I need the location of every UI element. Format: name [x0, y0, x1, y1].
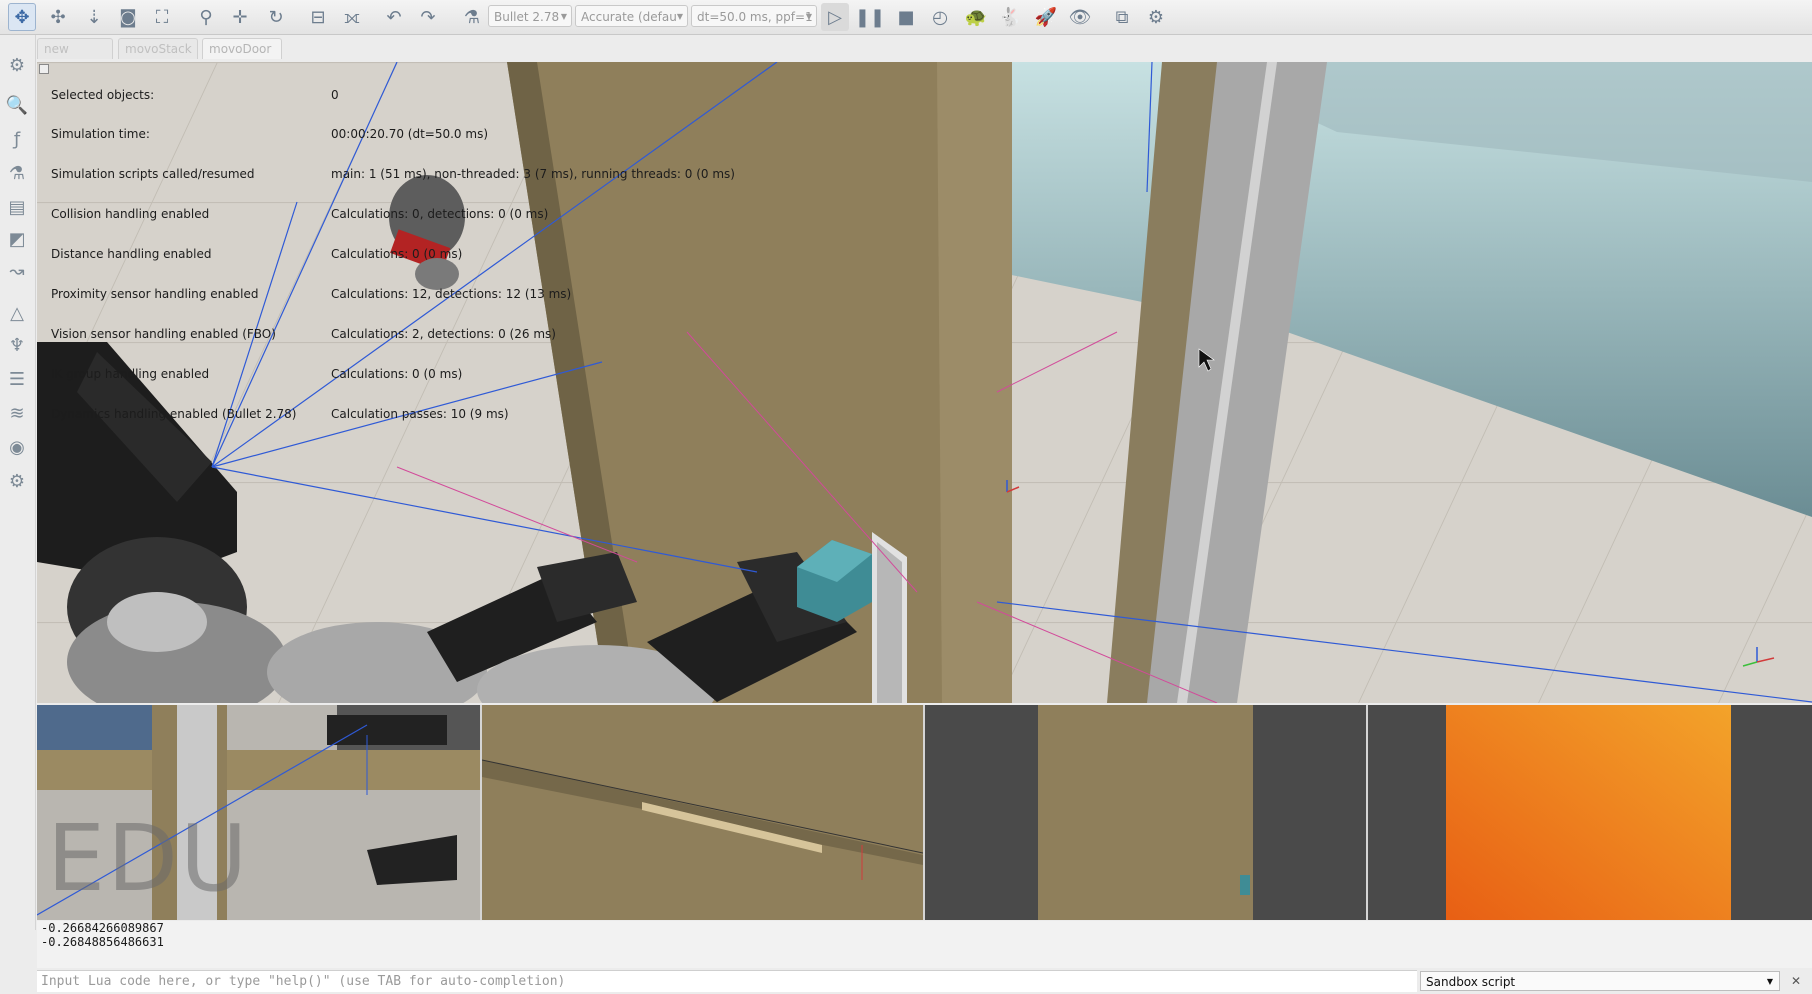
script-context-select[interactable]: Sandbox script ▼ — [1420, 971, 1780, 991]
info-row: Selected objects: 0 — [51, 87, 339, 102]
simulation-info-overlay: Selected objects: 0 Simulation time: 00:00… — [51, 62, 735, 448]
floating-view-3[interactable] — [925, 705, 1368, 920]
undo-icon[interactable]: ↶ — [380, 3, 408, 31]
camera-shift-icon[interactable]: ⇣ — [80, 3, 108, 31]
status-console: -0.26684266089867 -0.26848856486631 — [37, 921, 1812, 968]
info-row: Simulation scripts called/resumed main: 1… — [51, 167, 735, 182]
floating-view-2[interactable] — [482, 705, 925, 920]
info-row: Dynamics handling enabled (Bullet 2.78) C… — [51, 406, 509, 421]
console-line: -0.26848856486631 — [41, 935, 164, 949]
floating-views: EDU — [37, 705, 1812, 920]
overlay-toggle[interactable] — [39, 64, 49, 74]
scene-selector-icon[interactable]: ⚙ — [1142, 3, 1170, 31]
floating-view-2-render — [482, 705, 923, 920]
redo-icon[interactable]: ↷ — [414, 3, 442, 31]
click-select-icon[interactable]: ⚲ — [192, 3, 220, 31]
floating-view-1[interactable]: EDU — [37, 705, 482, 920]
play-icon[interactable]: ▷ — [821, 3, 849, 31]
realtime-icon[interactable]: ◴ — [926, 3, 954, 31]
shape-edit-icon[interactable]: ◩ — [3, 225, 31, 253]
camera-rotate-icon[interactable]: ✣ — [44, 3, 72, 31]
model-browser-icon[interactable]: ◉ — [3, 433, 31, 461]
info-row: IK group handling enabled Calculations: 0… — [51, 366, 463, 381]
layers-icon[interactable]: ≋ — [3, 399, 31, 427]
accuracy-select[interactable]: Accurate (defau ▼ — [575, 5, 688, 27]
floating-view-4[interactable] — [1368, 705, 1812, 920]
dynamics-toggle-icon[interactable]: ⚗ — [458, 3, 486, 31]
kinematics-icon[interactable]: ♆ — [3, 331, 31, 359]
scene-viewport[interactable]: Selected objects: 0 Simulation time: 00:00… — [37, 62, 1812, 703]
lua-command-input[interactable]: Input Lua code here, or type "help()" (u… — [37, 970, 1417, 992]
pause-icon[interactable]: ❚❚ — [855, 3, 885, 31]
console-line: -0.26684266089867 — [41, 921, 164, 935]
edu-watermark: EDU — [47, 805, 250, 912]
path-edit-icon[interactable]: ↝ — [3, 257, 31, 285]
scripts-icon[interactable]: ▤ — [3, 193, 31, 221]
threaded-rendering-icon[interactable]: 🚀 — [1032, 3, 1060, 31]
console-gutter — [0, 930, 37, 994]
floating-view-3-render — [925, 705, 1366, 920]
timestep-select[interactable]: dt=50.0 ms, ppf=1 ▼ — [691, 5, 817, 27]
user-settings-icon[interactable]: ⚙ — [3, 467, 31, 495]
faster-icon[interactable]: 🐇 — [996, 3, 1024, 31]
fit-to-view-icon[interactable]: ⛶ — [148, 3, 176, 31]
main-toolbar: ✥ ✣ ⇣ ◙ ⛶ ⚲ ✛ ↻ ⊟ ⟗ ↶ ↷ ⚗ Bullet 2.78 ▼ A… — [0, 0, 1812, 35]
info-row: Simulation time: 00:00:20.70 (dt=50.0 ms) — [51, 127, 489, 142]
visualization-toggle-icon[interactable]: 👁 — [1066, 3, 1094, 31]
info-row: Collision handling enabled Calculations: … — [51, 207, 549, 222]
camera-angle-icon[interactable]: ◙ — [114, 3, 142, 31]
function-icon[interactable]: ƒ — [3, 125, 31, 153]
hierarchy-icon[interactable]: ☰ — [3, 365, 31, 393]
tab-movostack[interactable]: movoStack — [118, 38, 198, 59]
tab-new-scene[interactable]: new scene — [37, 38, 113, 77]
floating-view-4-render — [1368, 705, 1812, 920]
info-row: Proximity sensor handling enabled Calcula… — [51, 287, 572, 302]
close-icon[interactable]: ✕ — [1788, 973, 1804, 989]
object-shift-icon[interactable]: ✛ — [226, 3, 254, 31]
info-row: Distance handling enabled Calculations: 0… — [51, 247, 463, 262]
assemble-icon[interactable]: ⊟ — [304, 3, 332, 31]
object-rotate-icon[interactable]: ↻ — [262, 3, 290, 31]
slower-icon[interactable]: 🐢 — [962, 3, 990, 31]
transfer-dna-icon[interactable]: ⟗ — [338, 3, 366, 31]
geometric-icon[interactable]: △ — [3, 299, 31, 327]
info-row: Vision sensor handling enabled (FBO) Calc… — [51, 326, 556, 341]
tab-movodoor[interactable]: movoDoor — [202, 38, 282, 59]
page-selector-icon[interactable]: ⧉ — [1108, 3, 1136, 31]
collision-icon[interactable]: ⚗ — [3, 159, 31, 187]
stop-icon[interactable]: ■ — [892, 3, 920, 31]
simulation-settings-icon[interactable]: ⚙ — [3, 51, 31, 79]
scene-render — [37, 62, 1812, 703]
camera-pan-icon[interactable]: ✥ — [8, 3, 36, 31]
physics-engine-select[interactable]: Bullet 2.78 ▼ — [488, 5, 572, 27]
zoom-icon[interactable]: 🔍 — [3, 91, 31, 119]
left-sidebar: ⚙ 🔍 ƒ ⚗ ▤ ◩ ↝ △ ♆ ☰ ≋ ◉ ⚙ — [0, 35, 36, 930]
